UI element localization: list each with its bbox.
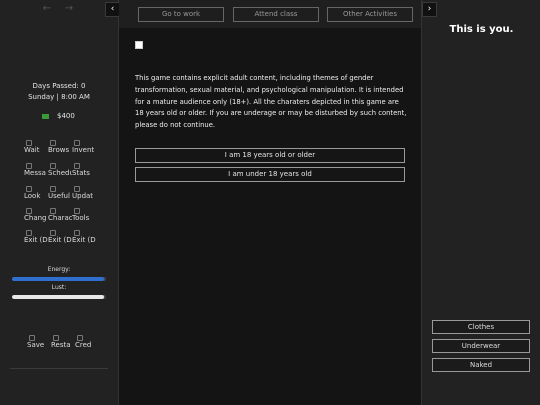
other-activities-button[interactable]: Other Activities	[327, 7, 413, 22]
action-button[interactable]: Messa	[24, 163, 48, 181]
energy-label: Energy:	[47, 266, 71, 273]
action-label: Invent	[72, 146, 95, 154]
system-label: Resta	[51, 341, 71, 349]
date-time: Sunday | 8:00 AM	[28, 93, 90, 101]
action-label: Tools	[72, 214, 90, 222]
collapse-left-sidebar-button[interactable]: ‹	[105, 2, 120, 17]
under-18-button[interactable]: I am under 18 years old	[135, 167, 405, 182]
action-button[interactable]: Wait	[24, 140, 48, 158]
collapse-right-sidebar-button[interactable]: ›	[422, 2, 437, 17]
underwear-button[interactable]: Underwear	[432, 339, 530, 353]
character-title: This is you.	[449, 24, 514, 35]
left-sidebar: ← → ‹ Days Passed: 0 Sunday | 8:00 AM $4…	[0, 0, 120, 405]
over-18-button[interactable]: I am 18 years old or older	[135, 148, 405, 163]
forward-arrow-icon[interactable]: →	[62, 2, 76, 16]
action-label: Brows	[48, 146, 70, 154]
action-button[interactable]: Charac	[48, 208, 72, 226]
action-button[interactable]: Tools	[72, 208, 96, 226]
system-button[interactable]: Cred	[75, 335, 99, 353]
broken-image-icon	[135, 41, 143, 49]
right-sidebar: › This is you. Clothes Underwear Naked	[421, 0, 540, 405]
action-button[interactable]: Chang	[24, 208, 48, 226]
go-to-work-button[interactable]: Go to work	[138, 7, 224, 22]
action-button[interactable]: Stats	[72, 163, 96, 181]
energy-bar	[12, 277, 106, 281]
action-button[interactable]: Exit (Disab	[48, 230, 72, 248]
naked-button[interactable]: Naked	[432, 358, 530, 372]
action-label: Exit (Disab	[48, 236, 72, 244]
clothes-button[interactable]: Clothes	[432, 320, 530, 334]
money-amount: $400	[57, 112, 75, 120]
lust-bar-fill	[12, 295, 105, 299]
action-button[interactable]: Invent	[72, 140, 96, 158]
system-label: Save	[27, 341, 45, 349]
action-button[interactable]: Exit (Disab	[72, 230, 96, 248]
action-label: Exit (Disab	[72, 236, 96, 244]
action-label: Schedu	[48, 169, 72, 177]
action-button[interactable]: Brows	[48, 140, 72, 158]
action-label: Look	[24, 192, 41, 200]
action-label: Messa	[24, 169, 46, 177]
main-panel: Go to work Attend class Other Activities…	[119, 0, 421, 405]
days-passed: Days Passed: 0	[32, 82, 86, 90]
action-label: Exit (Disab	[24, 236, 48, 244]
action-label: Chang	[24, 214, 47, 222]
content-disclaimer: This game contains explicit adult conten…	[135, 74, 407, 130]
top-action-bar: Go to work Attend class Other Activities	[119, 0, 421, 28]
action-button[interactable]: Look	[24, 186, 48, 204]
divider	[10, 368, 108, 369]
action-label: Stats	[72, 169, 90, 177]
action-button[interactable]: Exit (Disab	[24, 230, 48, 248]
action-label: Updat	[72, 192, 94, 200]
action-button[interactable]: Useful	[48, 186, 72, 204]
energy-bar-fill	[12, 277, 105, 281]
action-label: Useful	[48, 192, 70, 200]
lust-label: Lust:	[51, 284, 67, 291]
action-button[interactable]: Updat	[72, 186, 96, 204]
action-label: Charac	[48, 214, 72, 222]
system-button[interactable]: Resta	[51, 335, 75, 353]
lust-bar	[12, 295, 106, 299]
attend-class-button[interactable]: Attend class	[233, 7, 319, 22]
action-button[interactable]: Schedu	[48, 163, 72, 181]
action-label: Wait	[24, 146, 40, 154]
back-arrow-icon[interactable]: ←	[40, 2, 54, 16]
cash-icon	[42, 113, 49, 119]
money-display: $400	[42, 112, 75, 120]
system-label: Cred	[75, 341, 92, 349]
system-button[interactable]: Save	[27, 335, 51, 353]
